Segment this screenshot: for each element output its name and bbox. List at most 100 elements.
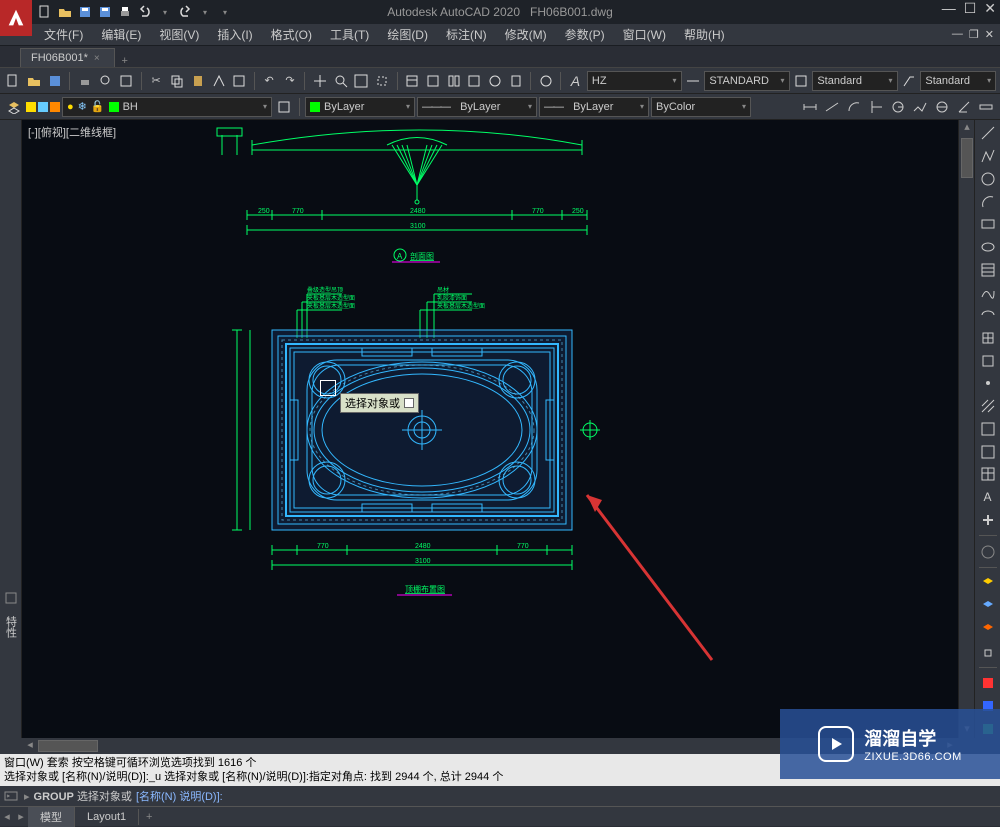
dim-radius-icon[interactable] bbox=[888, 97, 908, 117]
table-icon[interactable] bbox=[978, 465, 998, 484]
zoom-window-icon[interactable] bbox=[373, 71, 392, 91]
left-dock[interactable]: 特性 bbox=[0, 120, 22, 738]
file-tab[interactable]: FH06B001* × bbox=[20, 48, 115, 67]
new-icon[interactable] bbox=[4, 71, 23, 91]
mleader-icon[interactable] bbox=[900, 71, 919, 91]
sheet-set-icon[interactable] bbox=[465, 71, 484, 91]
linetype-dropdown[interactable]: ——— ByLayer▾ bbox=[417, 97, 537, 117]
menu-param[interactable]: 参数(P) bbox=[557, 24, 613, 45]
calc-icon[interactable] bbox=[507, 71, 526, 91]
arc-icon[interactable] bbox=[978, 192, 998, 211]
match-icon[interactable] bbox=[209, 71, 228, 91]
qat-open-icon[interactable] bbox=[56, 3, 74, 21]
app-logo[interactable] bbox=[0, 0, 32, 36]
pline-icon[interactable] bbox=[978, 147, 998, 166]
close-button[interactable]: ✕ bbox=[984, 0, 996, 17]
layer-off-icon[interactable] bbox=[978, 574, 998, 593]
undo-icon[interactable]: ↶ bbox=[260, 71, 279, 91]
ellipse-icon[interactable] bbox=[978, 238, 998, 257]
zoom-icon[interactable] bbox=[331, 71, 350, 91]
drawing-canvas[interactable]: [-][俯视][二维线框] bbox=[22, 120, 974, 738]
qat-new-icon[interactable] bbox=[36, 3, 54, 21]
menu-help[interactable]: 帮助(H) bbox=[676, 24, 733, 45]
new-tab-icon[interactable]: + bbox=[115, 55, 135, 67]
tab-model[interactable]: 模型 bbox=[28, 807, 75, 827]
navbar-icon[interactable] bbox=[978, 542, 998, 561]
dim-ord-icon[interactable] bbox=[866, 97, 886, 117]
dim-ang-icon[interactable] bbox=[954, 97, 974, 117]
layer-lock-icon[interactable] bbox=[978, 642, 998, 661]
lineweight-dropdown[interactable]: —— ByLayer▾ bbox=[539, 97, 649, 117]
save-icon[interactable] bbox=[46, 71, 65, 91]
line-icon[interactable] bbox=[978, 124, 998, 143]
block-icon[interactable] bbox=[230, 71, 249, 91]
dim-dia-icon[interactable] bbox=[932, 97, 952, 117]
print-icon[interactable] bbox=[75, 71, 94, 91]
insert-icon[interactable] bbox=[978, 329, 998, 348]
textstyle-dropdown[interactable]: HZ▾ bbox=[587, 71, 682, 91]
tab-prev-icon[interactable]: ◂ bbox=[0, 810, 14, 823]
copy-icon[interactable] bbox=[168, 71, 187, 91]
zoom-extents-icon[interactable] bbox=[352, 71, 371, 91]
dim-linear-icon[interactable] bbox=[800, 97, 820, 117]
doc-min-icon[interactable]: — bbox=[952, 28, 963, 41]
vertical-scrollbar[interactable]: ▴ ▾ bbox=[958, 120, 974, 738]
point-icon[interactable] bbox=[978, 374, 998, 393]
dim-quick-icon[interactable] bbox=[976, 97, 996, 117]
doc-restore-icon[interactable]: ❐ bbox=[969, 28, 979, 41]
menu-dim[interactable]: 标注(N) bbox=[438, 24, 495, 45]
rect-icon[interactable] bbox=[978, 215, 998, 234]
dsm-icon[interactable] bbox=[423, 71, 442, 91]
menu-window[interactable]: 窗口(W) bbox=[615, 24, 674, 45]
paste-icon[interactable] bbox=[188, 71, 207, 91]
qat-more-icon[interactable]: ▾ bbox=[216, 3, 234, 21]
tab-add-icon[interactable]: + bbox=[139, 811, 159, 823]
layer-props-icon[interactable] bbox=[4, 97, 24, 117]
menu-edit[interactable]: 编辑(E) bbox=[93, 24, 149, 45]
menu-insert[interactable]: 插入(I) bbox=[209, 24, 260, 45]
block-make-icon[interactable] bbox=[978, 351, 998, 370]
qat-dropdown-icon[interactable]: ▾ bbox=[156, 3, 174, 21]
publish-icon[interactable] bbox=[117, 71, 136, 91]
spline-icon[interactable] bbox=[978, 283, 998, 302]
redo-icon[interactable]: ↷ bbox=[281, 71, 300, 91]
qat-redo-icon[interactable] bbox=[176, 3, 194, 21]
layer-match-icon[interactable] bbox=[274, 97, 294, 117]
cut-icon[interactable]: ✂ bbox=[147, 71, 166, 91]
ellipse-arc-icon[interactable] bbox=[978, 306, 998, 325]
qat-undo-icon[interactable] bbox=[136, 3, 154, 21]
palette-icon[interactable] bbox=[4, 591, 18, 608]
props-icon[interactable] bbox=[403, 71, 422, 91]
qat-dropdown2-icon[interactable]: ▾ bbox=[196, 3, 214, 21]
menu-tools[interactable]: 工具(T) bbox=[322, 24, 377, 45]
layer-iso-icon[interactable] bbox=[978, 597, 998, 616]
dim-arc-icon[interactable] bbox=[844, 97, 864, 117]
menu-format[interactable]: 格式(O) bbox=[263, 24, 320, 45]
dimstyle-dropdown[interactable]: STANDARD▾ bbox=[704, 71, 789, 91]
file-tab-close-icon[interactable]: × bbox=[94, 53, 100, 64]
add-sel-icon[interactable] bbox=[978, 510, 998, 529]
gradient-icon[interactable] bbox=[978, 420, 998, 439]
clean-icon[interactable] bbox=[536, 71, 555, 91]
command-line[interactable]: ▸ GROUP 选择对象或 [名称(N) 说明(D)]: bbox=[0, 786, 1000, 806]
menu-modify[interactable]: 修改(M) bbox=[497, 24, 555, 45]
mtext-icon[interactable]: A bbox=[978, 488, 998, 507]
maximize-button[interactable]: ☐ bbox=[964, 0, 977, 17]
tablestyle-icon[interactable] bbox=[792, 71, 811, 91]
tool-palettes-icon[interactable] bbox=[444, 71, 463, 91]
circle-icon[interactable] bbox=[978, 169, 998, 188]
tab-layout1[interactable]: Layout1 bbox=[75, 809, 139, 825]
doc-close-icon[interactable]: ✕ bbox=[985, 28, 994, 41]
layer-dropdown[interactable]: ●❄🔓 BH▾ bbox=[62, 97, 272, 117]
hatch2-icon[interactable] bbox=[978, 397, 998, 416]
color-red-icon[interactable] bbox=[978, 674, 998, 693]
textstyle-a-icon[interactable]: A bbox=[566, 71, 585, 91]
region-icon[interactable] bbox=[978, 442, 998, 461]
dimstyle-icon[interactable] bbox=[684, 71, 703, 91]
menu-view[interactable]: 视图(V) bbox=[151, 24, 207, 45]
qat-print-icon[interactable] bbox=[116, 3, 134, 21]
mleader-dropdown[interactable]: Standard▾ bbox=[920, 71, 996, 91]
menu-draw[interactable]: 绘图(D) bbox=[379, 24, 436, 45]
menu-file[interactable]: 文件(F) bbox=[36, 24, 91, 45]
dim-aligned-icon[interactable] bbox=[822, 97, 842, 117]
